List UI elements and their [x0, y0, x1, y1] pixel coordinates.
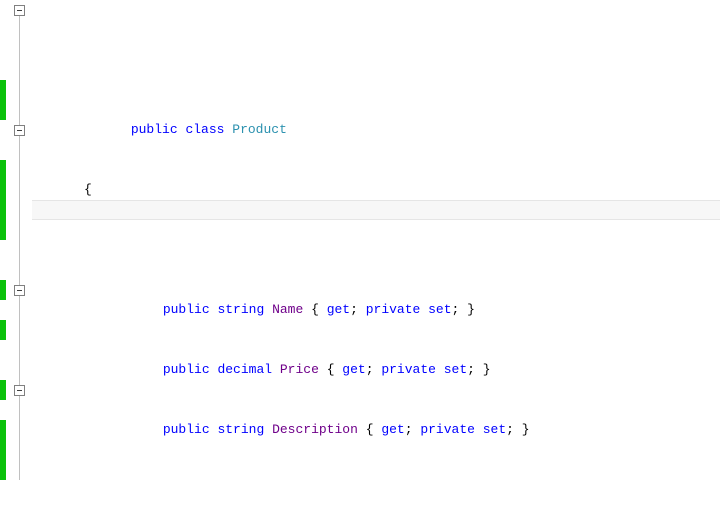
keyword: public	[131, 122, 178, 137]
type-name: Product	[232, 122, 287, 137]
keyword: public	[163, 302, 210, 317]
type: decimal	[217, 362, 272, 377]
fold-toggle-icon[interactable]	[14, 5, 25, 16]
keyword: public	[163, 422, 210, 437]
accessor: {	[311, 302, 327, 317]
fold-toggle-icon[interactable]	[14, 385, 25, 396]
type: string	[217, 302, 264, 317]
type: string	[217, 422, 264, 437]
current-line-highlight	[32, 200, 720, 220]
fold-toggle-icon[interactable]	[14, 125, 25, 136]
keyword: public	[163, 362, 210, 377]
member: Description	[272, 422, 358, 437]
brace-open: {	[84, 182, 92, 197]
fold-toggle-icon[interactable]	[14, 285, 25, 296]
keyword: get	[327, 302, 350, 317]
code-area[interactable]: public class Product { public string Nam…	[32, 0, 720, 510]
member: Price	[280, 362, 319, 377]
outline-gutter	[6, 0, 32, 510]
member: Name	[272, 302, 303, 317]
keyword: class	[185, 122, 224, 137]
code-editor[interactable]: public class Product { public string Nam…	[0, 0, 720, 510]
keyword: private set	[366, 302, 452, 317]
